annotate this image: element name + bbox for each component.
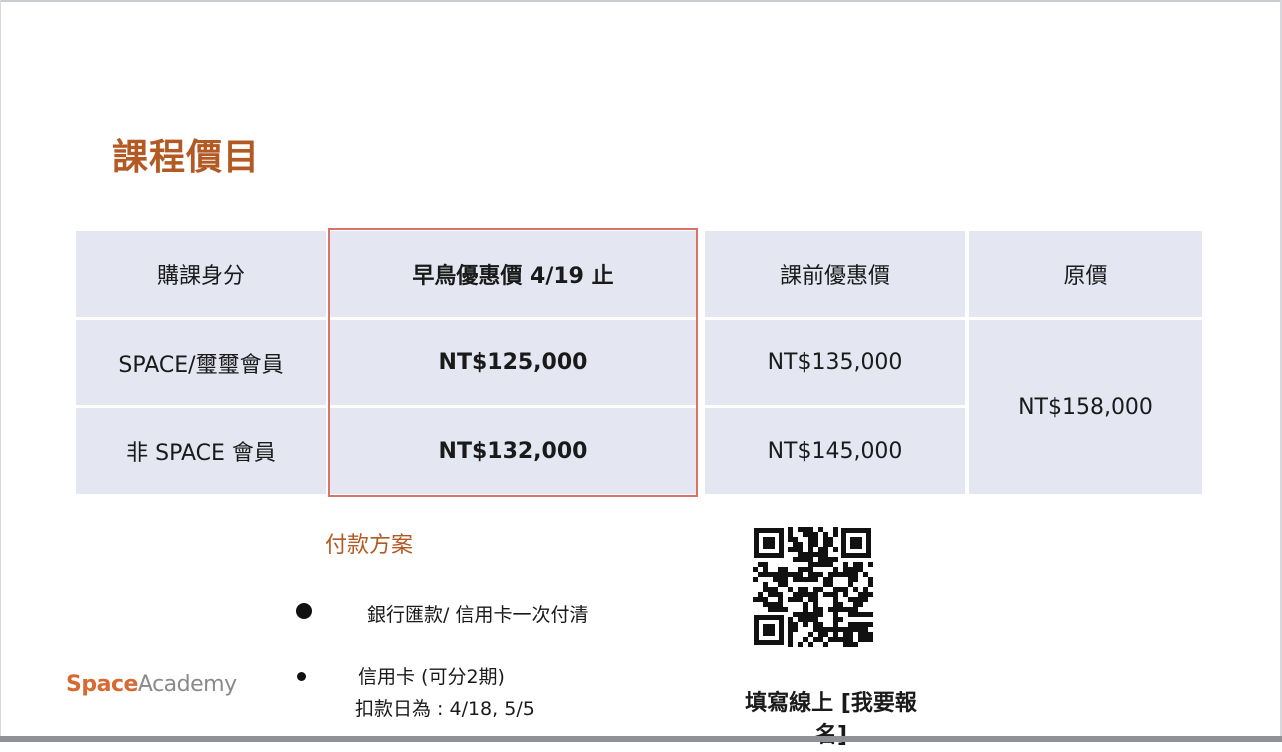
frame-top-border bbox=[0, 0, 1282, 2]
logo-part-space: Space bbox=[66, 672, 138, 697]
header-original: 原價 bbox=[969, 231, 1202, 317]
original-price-cell: NT$158,000 bbox=[969, 320, 1202, 494]
bullet-icon bbox=[296, 603, 312, 619]
table-row-early-bird: NT$125,000 bbox=[330, 320, 696, 405]
payment-option-full: 銀行匯款/ 信用卡一次付清 bbox=[367, 604, 589, 626]
installment-dates: 扣款日為 : 4/18, 5/5 bbox=[355, 698, 535, 720]
frame-bottom-border bbox=[0, 736, 1282, 742]
table-row-early-bird: NT$132,000 bbox=[330, 408, 696, 494]
bullet-icon bbox=[297, 672, 306, 681]
header-identity: 購課身分 bbox=[76, 231, 326, 317]
table-row-identity: 非 SPACE 會員 bbox=[76, 408, 326, 494]
payment-heading: 付款方案 bbox=[325, 533, 414, 558]
table-row-pre-course: NT$145,000 bbox=[705, 408, 965, 494]
header-early-bird: 早鳥優惠價 4/19 止 bbox=[330, 231, 696, 317]
signup-line-1: 填寫線上 [我要報 bbox=[745, 691, 917, 716]
space-academy-logo: SpaceAcademy bbox=[66, 672, 237, 697]
logo-part-academy: Academy bbox=[137, 672, 237, 697]
page-title: 課程價目 bbox=[112, 137, 261, 178]
payment-option-installment: 信用卡 (可分2期) bbox=[358, 666, 505, 688]
header-pre-course: 課前優惠價 bbox=[705, 231, 965, 317]
frame-left-border bbox=[0, 0, 1, 742]
table-row-pre-course: NT$135,000 bbox=[705, 320, 965, 405]
qr-code-icon[interactable] bbox=[752, 526, 873, 647]
table-row-identity: SPACE/璽璽會員 bbox=[76, 320, 326, 405]
signup-instruction: 填寫線上 [我要報 名] bbox=[726, 688, 936, 752]
